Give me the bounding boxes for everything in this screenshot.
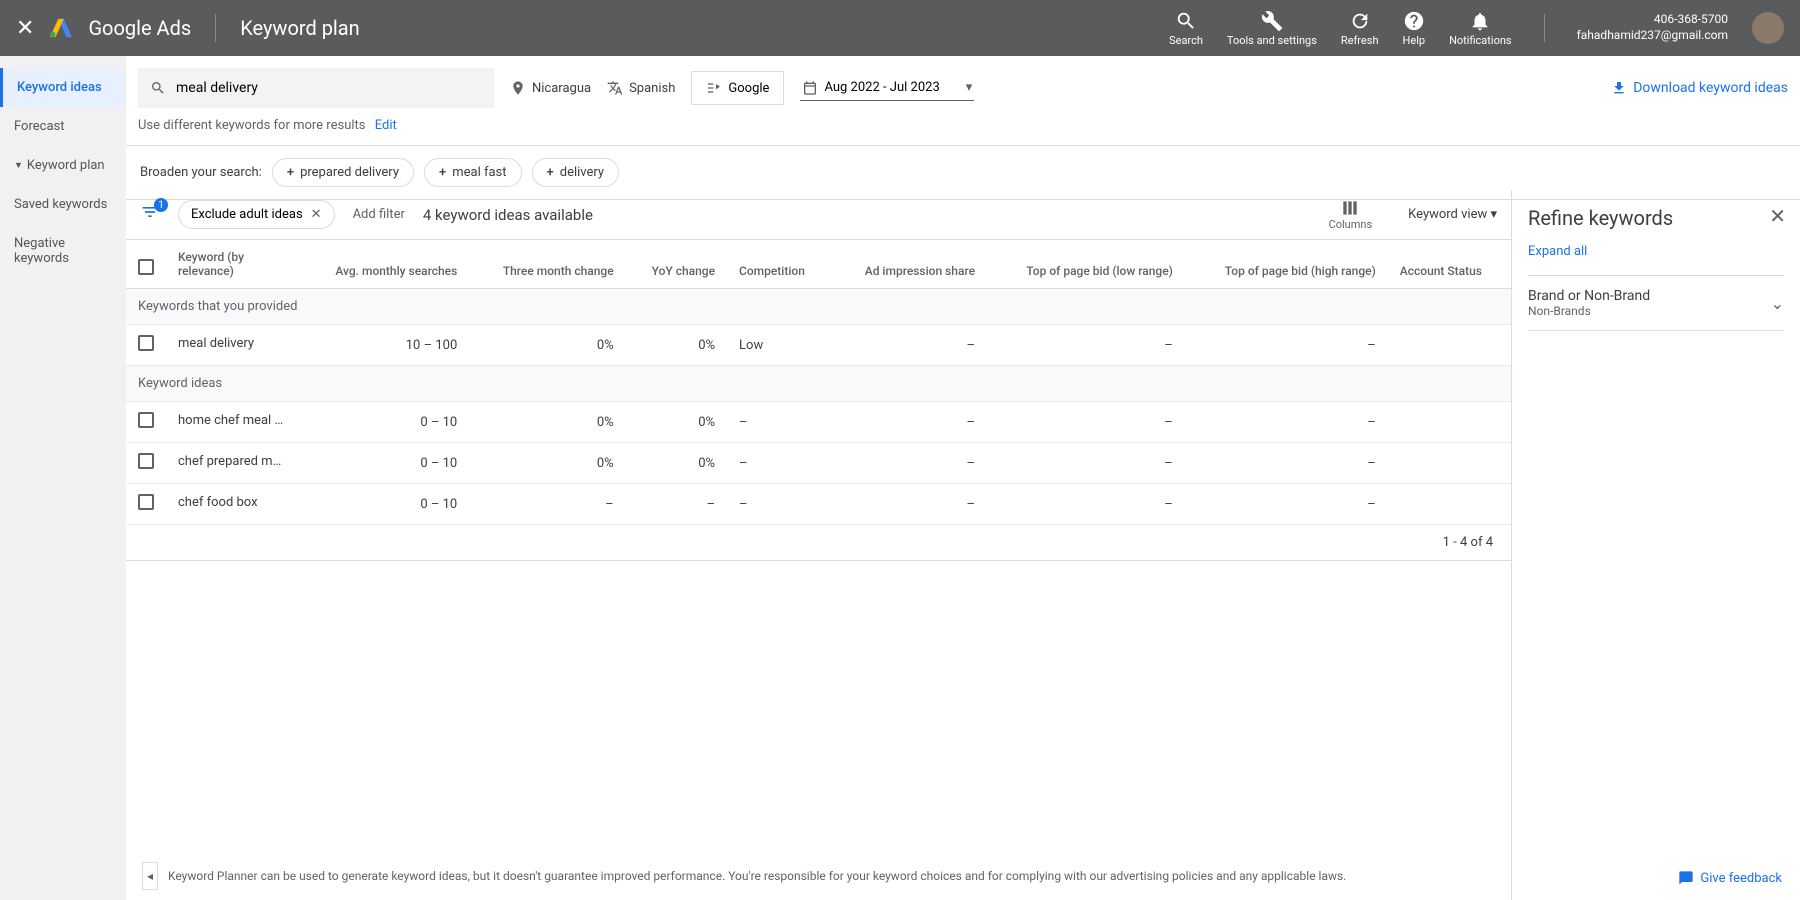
main-content: Nicaragua Spanish Google Aug 2022 - Jul …	[126, 56, 1800, 900]
keyword-search-input[interactable]	[176, 80, 482, 96]
account-email: fahadhamid237@gmail.com	[1577, 28, 1728, 44]
account-info[interactable]: 406-368-5700 fahadhamid237@gmail.com	[1577, 12, 1728, 43]
help-button[interactable]: Help	[1403, 10, 1426, 47]
add-filter-button[interactable]: Add filter	[353, 207, 405, 222]
table-section-row: Keyword ideas	[126, 366, 1511, 402]
col-avg[interactable]: Avg. monthly searches	[300, 240, 469, 289]
download-icon	[1611, 80, 1627, 96]
refine-group-brand[interactable]: Brand or Non-Brand Non-Brands ⌄	[1528, 275, 1784, 331]
columns-button[interactable]: Columns	[1329, 198, 1373, 231]
keyword-table: Keyword (by relevance) Avg. monthly sear…	[126, 240, 1511, 525]
keyword-table-wrap: 1 Exclude adult ideas✕ Add filter 4 keyw…	[126, 190, 1512, 900]
network-selector[interactable]: Google	[691, 71, 784, 105]
sidebar-item-keyword-plan[interactable]: ▼Keyword plan	[0, 146, 126, 185]
wrench-icon	[1261, 10, 1283, 32]
col-comp[interactable]: Competition	[727, 240, 831, 289]
footer-disclaimer: ◂ Keyword Planner can be used to generat…	[126, 852, 1511, 900]
table-row[interactable]: chef prepared me…0 – 100%0%––––	[126, 443, 1511, 484]
table-row[interactable]: meal delivery10 – 1000%0%Low–––	[126, 325, 1511, 366]
page-title: Keyword plan	[240, 16, 360, 40]
chevron-down-icon: ⌄	[1771, 294, 1784, 313]
date-range-selector[interactable]: Aug 2022 - Jul 2023 ▾	[800, 76, 974, 101]
refresh-icon	[1349, 10, 1371, 32]
refresh-button[interactable]: Refresh	[1341, 10, 1379, 47]
notifications-button[interactable]: Notifications	[1449, 10, 1512, 47]
account-phone: 406-368-5700	[1577, 12, 1728, 28]
col-acc[interactable]: Account Status	[1388, 240, 1511, 289]
search-hint: Use different keywords for more results	[138, 118, 365, 133]
checkbox-icon[interactable]	[138, 335, 154, 351]
col-high[interactable]: Top of page bid (high range)	[1185, 240, 1388, 289]
table-row[interactable]: home chef meal …0 – 100%0%––––	[126, 402, 1511, 443]
remove-pill-icon[interactable]: ✕	[311, 207, 322, 222]
give-feedback-button[interactable]: Give feedback	[1678, 870, 1782, 886]
collapse-footer-icon[interactable]: ◂	[142, 862, 158, 890]
exclude-filter-pill[interactable]: Exclude adult ideas✕	[178, 200, 335, 229]
table-toolbar: 1 Exclude adult ideas✕ Add filter 4 keyw…	[126, 190, 1511, 240]
sidebar-item-negative-keywords[interactable]: Negative keywords	[0, 224, 126, 278]
col-imp[interactable]: Ad impression share	[831, 240, 987, 289]
download-button[interactable]: Download keyword ideas	[1611, 80, 1788, 96]
app-header: ✕ Google Ads Keyword plan Search Tools a…	[0, 0, 1800, 56]
google-ads-logo-icon	[50, 17, 72, 39]
edit-link[interactable]: Edit	[375, 118, 397, 133]
caret-down-icon: ▼	[14, 160, 23, 171]
checkbox-icon[interactable]	[138, 494, 154, 510]
divider	[215, 14, 216, 42]
filter-button[interactable]: 1	[140, 202, 160, 227]
plus-icon: +	[547, 165, 554, 180]
sidebar: Keyword ideas Forecast ▼Keyword plan Sav…	[0, 56, 126, 900]
checkbox-icon[interactable]	[138, 412, 154, 428]
col-yoy[interactable]: YoY change	[626, 240, 727, 289]
checkbox-icon[interactable]	[138, 453, 154, 469]
ideas-available-label: 4 keyword ideas available	[423, 206, 593, 224]
product-name: Google Ads	[88, 16, 191, 40]
refine-group-title: Brand or Non-Brand	[1528, 288, 1650, 304]
pager: 1 - 4 of 4	[126, 525, 1511, 561]
sidebar-item-keyword-ideas[interactable]: Keyword ideas	[0, 68, 126, 107]
filter-bar: Nicaragua Spanish Google Aug 2022 - Jul …	[126, 56, 1800, 146]
divider	[1544, 14, 1545, 42]
location-pin-icon	[510, 80, 526, 96]
chat-icon	[1678, 870, 1694, 886]
search-button[interactable]: Search	[1169, 10, 1203, 47]
expand-all-link[interactable]: Expand all	[1528, 244, 1587, 259]
table-row[interactable]: chef food box0 – 10––––––	[126, 484, 1511, 525]
location-selector[interactable]: Nicaragua	[510, 80, 591, 96]
close-icon[interactable]: ✕	[16, 16, 34, 41]
plus-icon: +	[439, 165, 446, 180]
bell-icon	[1469, 10, 1491, 32]
col-tmc[interactable]: Three month change	[469, 240, 625, 289]
refine-group-sub: Non-Brands	[1528, 304, 1650, 318]
broaden-chip[interactable]: +prepared delivery	[272, 158, 414, 187]
calendar-icon	[802, 80, 818, 96]
tools-button[interactable]: Tools and settings	[1227, 10, 1317, 47]
checkbox-icon[interactable]	[138, 259, 154, 275]
table-section-row: Keywords that you provided	[126, 289, 1511, 325]
filter-count-badge: 1	[154, 198, 168, 212]
avatar[interactable]	[1752, 12, 1784, 44]
search-icon	[1175, 10, 1197, 32]
columns-icon	[1340, 198, 1360, 218]
col-low[interactable]: Top of page bid (low range)	[987, 240, 1185, 289]
broaden-chip[interactable]: +delivery	[532, 158, 620, 187]
language-selector[interactable]: Spanish	[607, 80, 675, 96]
close-refine-icon[interactable]: ✕	[1769, 204, 1786, 228]
network-icon	[706, 80, 722, 96]
translate-icon	[607, 80, 623, 96]
view-dropdown[interactable]: Keyword view ▾	[1408, 207, 1497, 222]
sidebar-item-saved-keywords[interactable]: Saved keywords	[0, 185, 126, 224]
help-icon	[1403, 10, 1425, 32]
search-icon	[150, 80, 166, 96]
refine-panel: Refine keywords ✕ Expand all Brand or No…	[1512, 190, 1800, 900]
broaden-chip[interactable]: +meal fast	[424, 158, 522, 187]
broaden-label: Broaden your search:	[140, 165, 262, 180]
col-checkbox[interactable]	[126, 240, 166, 289]
plus-icon: +	[287, 165, 294, 180]
keyword-search-box[interactable]	[138, 68, 494, 108]
col-keyword[interactable]: Keyword (by relevance)	[166, 240, 300, 289]
dropdown-icon: ▾	[966, 80, 973, 95]
refine-title: Refine keywords	[1528, 206, 1784, 230]
sidebar-item-forecast[interactable]: Forecast	[0, 107, 126, 146]
